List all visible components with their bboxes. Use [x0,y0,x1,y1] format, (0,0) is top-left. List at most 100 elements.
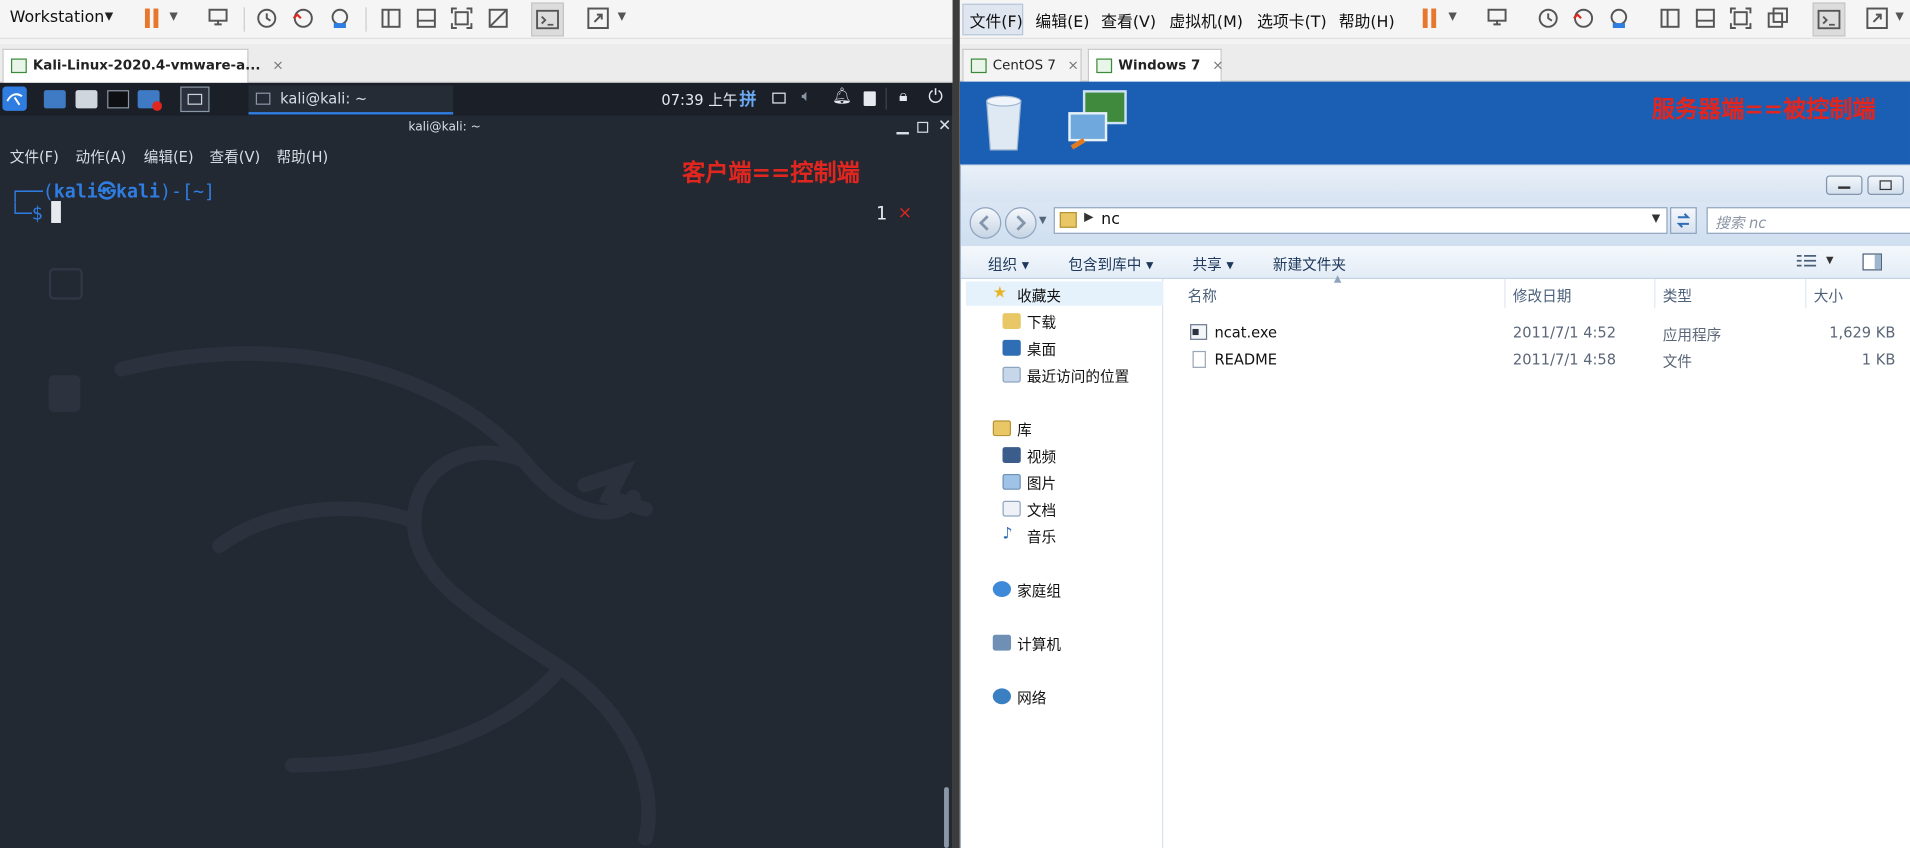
logout-icon[interactable]: ⏻ [928,85,942,107]
send-keys-icon[interactable] [1484,5,1511,32]
right-menu-vm[interactable]: 虚拟机(M) [1169,9,1243,31]
power-dropdown-icon[interactable]: ▼ [169,11,177,23]
nav-desktop[interactable]: 桌面 [1002,339,1056,360]
workspace-switcher[interactable] [180,86,210,113]
volume-icon[interactable]: 🔈︎ [802,88,812,106]
maximize-icon[interactable] [917,121,929,133]
column-type[interactable]: 类型 [1663,285,1692,306]
network-shortcut-icon[interactable] [1065,87,1131,158]
breadcrumb-chevron-icon[interactable]: ▶ [1084,211,1093,224]
terminal-cursor[interactable] [51,201,61,223]
thumbnail-bar-icon[interactable] [1692,5,1719,32]
tab-kali-linux[interactable]: Kali-Linux-2020.4-vmware-a... × [2,48,284,83]
minimize-icon[interactable]: ▁ [897,117,909,135]
nav-computer[interactable]: 计算机 [992,634,1061,655]
search-input[interactable]: 搜索 nc [1706,207,1910,234]
nav-downloads[interactable]: 下载 [1002,312,1056,333]
browser-launcher-icon[interactable] [137,90,163,111]
stretch-icon[interactable] [585,5,612,32]
show-desktop-icon[interactable] [43,90,66,109]
stretch-dropdown-icon[interactable]: ▼ [618,11,626,23]
stretch-dropdown-icon[interactable]: ▼ [1895,11,1903,23]
share-button[interactable]: 共享 ▾ [1193,253,1234,274]
column-modified-date[interactable]: 修改日期 [1513,285,1571,306]
recent-pages-dropdown-icon[interactable]: ▼ [1039,214,1046,225]
column-separator[interactable] [1654,279,1656,309]
panel-clock[interactable]: 07:39 上午 [661,89,737,110]
nav-homegroup[interactable]: 家庭组 [992,580,1061,601]
pause-icon[interactable] [139,5,166,32]
address-dropdown-icon[interactable]: ▼ [1652,213,1660,225]
file-manager-icon[interactable] [75,90,98,109]
right-menu-view[interactable]: 查看(V) [1101,9,1156,31]
column-name[interactable]: 名称 [1188,285,1217,306]
column-size[interactable]: 大小 [1814,285,1843,306]
menu-actions[interactable]: 动作(A) [76,146,127,167]
forward-button[interactable] [1004,207,1037,239]
menu-help[interactable]: 帮助(H) [277,146,329,167]
recycle-bin-icon[interactable] [977,89,1031,157]
address-bar[interactable]: ▶ nc ▼ [1053,207,1668,234]
revert-snapshot-icon[interactable] [290,5,317,32]
nav-videos[interactable]: 视频 [1002,446,1056,467]
fullscreen-icon[interactable] [1727,5,1754,32]
pause-icon[interactable] [1417,5,1444,32]
console-button[interactable] [531,2,564,37]
notification-bell-icon[interactable]: 🔔︎ [832,88,852,106]
workstation-menu[interactable]: Workstation [10,9,105,27]
right-menu-tabs[interactable]: 选项卡(T) [1257,9,1327,31]
address-path[interactable]: nc [1101,211,1120,229]
explorer-minimize-button[interactable] [1825,175,1863,195]
unity-icon[interactable] [1764,5,1791,32]
column-separator[interactable] [1504,279,1506,309]
unity-icon[interactable] [485,5,512,32]
close-tab-icon[interactable]: × [1068,57,1079,73]
snapshot-icon[interactable] [253,5,280,32]
nav-pictures[interactable]: 图片 [1002,473,1056,494]
file-row[interactable]: ncat.exe 2011/7/1 4:52 应用程序 1,629 KB [1163,324,1910,348]
refresh-button[interactable] [1670,207,1697,234]
view-dropdown-icon[interactable]: ▼ [1826,255,1833,266]
nav-music[interactable]: ♪ 音乐 [1003,525,1057,547]
view-options-icon[interactable] [1796,253,1817,269]
console-button[interactable] [1812,2,1846,37]
terminal-launcher-icon[interactable] [107,90,130,109]
tab-windows-7[interactable]: Windows 7 × [1087,48,1223,83]
nav-recent-places[interactable]: 最近访问的位置 [1002,366,1129,387]
lock-screen-icon[interactable]: 🔒︎ [899,88,907,106]
menu-edit[interactable]: 编辑(E) [144,146,194,167]
new-folder-button[interactable]: 新建文件夹 [1273,253,1346,274]
kali-menu-icon[interactable] [2,86,27,111]
power-dropdown-icon[interactable]: ▼ [1448,11,1456,23]
snapshot-manager-icon[interactable] [1605,5,1632,32]
snapshot-icon[interactable] [1535,5,1562,32]
menu-file[interactable]: 文件(F) [10,146,59,167]
revert-snapshot-icon[interactable] [1570,5,1597,32]
right-menu-help[interactable]: 帮助(H) [1339,9,1395,31]
nav-libraries[interactable]: 库 [992,419,1032,440]
battery-icon[interactable] [863,91,876,106]
terminal-scrollbar[interactable] [944,787,949,848]
right-menu-file[interactable]: 文件(F) [970,9,1023,31]
organize-button[interactable]: 组织 ▾ [988,253,1029,274]
menu-view[interactable]: 查看(V) [210,146,261,167]
workstation-dropdown-icon[interactable]: ▼ [105,11,113,23]
sidebar-icon[interactable] [378,5,405,32]
nav-documents[interactable]: 文档 [1002,500,1056,521]
trash-icon[interactable] [48,375,81,412]
close-tab-icon[interactable]: × [1212,57,1223,73]
snapshot-manager-icon[interactable] [326,5,353,32]
close-tab-icon[interactable]: × [272,57,283,73]
column-separator[interactable] [1805,279,1807,309]
file-row[interactable]: README 2011/7/1 4:58 文件 1 KB [1163,350,1910,375]
tab-centos-7[interactable]: CentOS 7 × [962,48,1082,83]
fullscreen-icon[interactable] [448,5,475,32]
stretch-icon[interactable] [1864,5,1891,32]
nav-network[interactable]: 网络 [992,687,1046,708]
right-menu-edit[interactable]: 编辑(E) [1035,9,1089,31]
display-icon[interactable] [772,92,786,104]
send-keys-icon[interactable] [205,5,232,32]
explorer-maximize-button[interactable] [1867,175,1904,195]
home-folder-icon[interactable] [48,268,83,300]
sidebar-icon[interactable] [1657,5,1684,32]
